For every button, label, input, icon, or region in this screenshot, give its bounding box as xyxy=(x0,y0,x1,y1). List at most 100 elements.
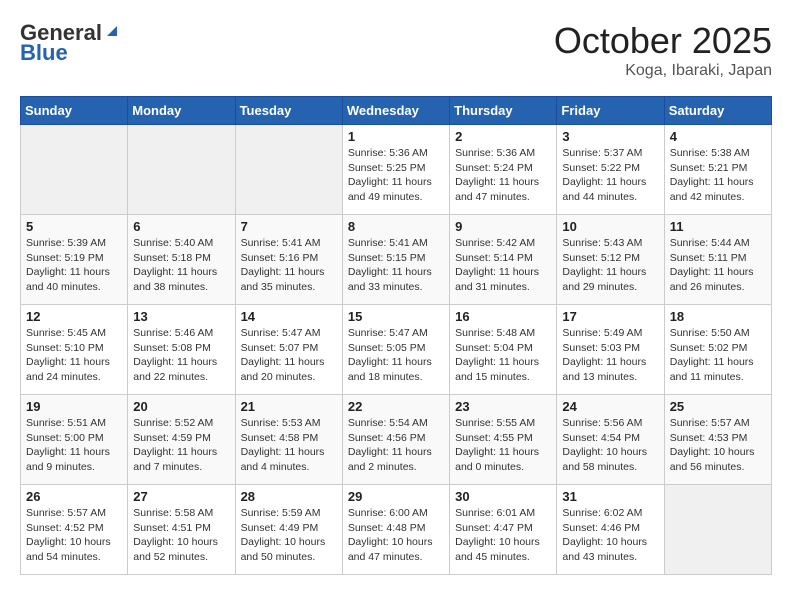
day-info: Sunrise: 6:00 AMSunset: 4:48 PMDaylight:… xyxy=(348,506,444,565)
calendar-cell: 4Sunrise: 5:38 AMSunset: 5:21 PMDaylight… xyxy=(664,125,771,215)
day-info: Sunrise: 5:50 AMSunset: 5:02 PMDaylight:… xyxy=(670,326,766,385)
header-friday: Friday xyxy=(557,97,664,125)
calendar-cell: 22 Sunrise: 5:54 AMSunset: 4:56 PMDayligh… xyxy=(342,395,449,485)
calendar-week-1: 1 Sunrise: 5:36 AMSunset: 5:25 PMDaylight… xyxy=(21,125,772,215)
day-info: Sunrise: 5:43 AMSunset: 5:12 PMDaylight:… xyxy=(562,236,658,295)
day-info: Sunrise: 5:41 AMSunset: 5:15 PMDaylight:… xyxy=(348,236,444,295)
header-tuesday: Tuesday xyxy=(235,97,342,125)
day-info: Sunrise: 5:58 AMSunset: 4:51 PMDaylight:… xyxy=(133,506,229,565)
calendar-cell: 18 Sunrise: 5:50 AMSunset: 5:02 PMDayligh… xyxy=(664,305,771,395)
calendar-cell: 23 Sunrise: 5:55 AMSunset: 4:55 PMDayligh… xyxy=(450,395,557,485)
header-wednesday: Wednesday xyxy=(342,97,449,125)
day-info: Sunrise: 5:39 AMSunset: 5:19 PMDaylight:… xyxy=(26,236,122,295)
calendar-week-5: 26 Sunrise: 5:57 AMSunset: 4:52 PMDayligh… xyxy=(21,485,772,575)
calendar-cell xyxy=(128,125,235,215)
day-number: 30 xyxy=(455,489,551,504)
day-number: 15 xyxy=(348,309,444,324)
calendar-cell: 30 Sunrise: 6:01 AMSunset: 4:47 PMDayligh… xyxy=(450,485,557,575)
calendar-week-3: 12 Sunrise: 5:45 AMSunset: 5:10 PMDayligh… xyxy=(21,305,772,395)
calendar-cell: 14 Sunrise: 5:47 AMSunset: 5:07 PMDayligh… xyxy=(235,305,342,395)
calendar-cell: 24 Sunrise: 5:56 AMSunset: 4:54 PMDayligh… xyxy=(557,395,664,485)
calendar-cell: 26 Sunrise: 5:57 AMSunset: 4:52 PMDayligh… xyxy=(21,485,128,575)
calendar-cell: 25Sunrise: 5:57 AMSunset: 4:53 PMDayligh… xyxy=(664,395,771,485)
day-info: Sunrise: 5:57 AMSunset: 4:53 PMDaylight:… xyxy=(670,416,766,475)
calendar-cell: 15 Sunrise: 5:47 AMSunset: 5:05 PMDayligh… xyxy=(342,305,449,395)
calendar-cell: 17Sunrise: 5:49 AMSunset: 5:03 PMDayligh… xyxy=(557,305,664,395)
calendar-cell: 6Sunrise: 5:40 AMSunset: 5:18 PMDaylight… xyxy=(128,215,235,305)
day-number: 28 xyxy=(241,489,337,504)
day-number: 26 xyxy=(26,489,122,504)
day-number: 6 xyxy=(133,219,229,234)
day-number: 27 xyxy=(133,489,229,504)
day-info: Sunrise: 5:45 AMSunset: 5:10 PMDaylight:… xyxy=(26,326,122,385)
calendar-cell xyxy=(664,485,771,575)
day-number: 9 xyxy=(455,219,551,234)
day-number: 19 xyxy=(26,399,122,414)
calendar-table: Sunday Monday Tuesday Wednesday Thursday… xyxy=(20,96,772,575)
day-number: 31 xyxy=(562,489,658,504)
calendar-week-2: 5 Sunrise: 5:39 AMSunset: 5:19 PMDaylight… xyxy=(21,215,772,305)
day-info: Sunrise: 5:37 AMSunset: 5:22 PMDaylight:… xyxy=(562,146,658,205)
calendar-cell: 12 Sunrise: 5:45 AMSunset: 5:10 PMDayligh… xyxy=(21,305,128,395)
day-info: Sunrise: 5:57 AMSunset: 4:52 PMDaylight:… xyxy=(26,506,122,565)
day-number: 22 xyxy=(348,399,444,414)
calendar-cell: 28Sunrise: 5:59 AMSunset: 4:49 PMDayligh… xyxy=(235,485,342,575)
day-number: 3 xyxy=(562,129,658,144)
day-number: 13 xyxy=(133,309,229,324)
logo: General Blue xyxy=(20,20,121,66)
day-number: 10 xyxy=(562,219,658,234)
calendar-cell: 8 Sunrise: 5:41 AMSunset: 5:15 PMDaylight… xyxy=(342,215,449,305)
calendar-header-row: Sunday Monday Tuesday Wednesday Thursday… xyxy=(21,97,772,125)
calendar-cell xyxy=(21,125,128,215)
calendar-cell: 29 Sunrise: 6:00 AMSunset: 4:48 PMDayligh… xyxy=(342,485,449,575)
day-info: Sunrise: 5:46 AMSunset: 5:08 PMDaylight:… xyxy=(133,326,229,385)
day-info: Sunrise: 5:36 AMSunset: 5:25 PMDaylight:… xyxy=(348,146,444,205)
day-info: Sunrise: 5:38 AMSunset: 5:21 PMDaylight:… xyxy=(670,146,766,205)
header-thursday: Thursday xyxy=(450,97,557,125)
header-monday: Monday xyxy=(128,97,235,125)
calendar-cell: 27 Sunrise: 5:58 AMSunset: 4:51 PMDayligh… xyxy=(128,485,235,575)
day-number: 29 xyxy=(348,489,444,504)
month-title: October 2025 xyxy=(554,20,772,62)
day-number: 2 xyxy=(455,129,551,144)
header-saturday: Saturday xyxy=(664,97,771,125)
day-info: Sunrise: 5:53 AMSunset: 4:58 PMDaylight:… xyxy=(241,416,337,475)
calendar-cell xyxy=(235,125,342,215)
calendar-cell: 21Sunrise: 5:53 AMSunset: 4:58 PMDayligh… xyxy=(235,395,342,485)
day-number: 14 xyxy=(241,309,337,324)
day-info: Sunrise: 5:56 AMSunset: 4:54 PMDaylight:… xyxy=(562,416,658,475)
day-info: Sunrise: 5:47 AMSunset: 5:07 PMDaylight:… xyxy=(241,326,337,385)
calendar-cell: 7Sunrise: 5:41 AMSunset: 5:16 PMDaylight… xyxy=(235,215,342,305)
day-info: Sunrise: 5:52 AMSunset: 4:59 PMDaylight:… xyxy=(133,416,229,475)
logo-arrow-icon xyxy=(103,22,121,40)
day-number: 11 xyxy=(670,219,766,234)
day-number: 16 xyxy=(455,309,551,324)
day-number: 24 xyxy=(562,399,658,414)
day-number: 18 xyxy=(670,309,766,324)
calendar-cell: 9Sunrise: 5:42 AMSunset: 5:14 PMDaylight… xyxy=(450,215,557,305)
day-number: 5 xyxy=(26,219,122,234)
calendar-cell: 5 Sunrise: 5:39 AMSunset: 5:19 PMDaylight… xyxy=(21,215,128,305)
calendar-cell: 2 Sunrise: 5:36 AMSunset: 5:24 PMDaylight… xyxy=(450,125,557,215)
calendar-cell: 3 Sunrise: 5:37 AMSunset: 5:22 PMDaylight… xyxy=(557,125,664,215)
day-info: Sunrise: 5:54 AMSunset: 4:56 PMDaylight:… xyxy=(348,416,444,475)
day-info: Sunrise: 5:49 AMSunset: 5:03 PMDaylight:… xyxy=(562,326,658,385)
header-sunday: Sunday xyxy=(21,97,128,125)
day-number: 1 xyxy=(348,129,444,144)
calendar-cell: 11 Sunrise: 5:44 AMSunset: 5:11 PMDayligh… xyxy=(664,215,771,305)
day-number: 12 xyxy=(26,309,122,324)
calendar-cell: 19Sunrise: 5:51 AMSunset: 5:00 PMDayligh… xyxy=(21,395,128,485)
calendar-cell: 20 Sunrise: 5:52 AMSunset: 4:59 PMDayligh… xyxy=(128,395,235,485)
day-number: 8 xyxy=(348,219,444,234)
day-info: Sunrise: 5:36 AMSunset: 5:24 PMDaylight:… xyxy=(455,146,551,205)
day-info: Sunrise: 5:48 AMSunset: 5:04 PMDaylight:… xyxy=(455,326,551,385)
day-info: Sunrise: 5:47 AMSunset: 5:05 PMDaylight:… xyxy=(348,326,444,385)
day-info: Sunrise: 5:55 AMSunset: 4:55 PMDaylight:… xyxy=(455,416,551,475)
title-block: October 2025 Koga, Ibaraki, Japan xyxy=(554,20,772,80)
day-number: 7 xyxy=(241,219,337,234)
day-info: Sunrise: 5:44 AMSunset: 5:11 PMDaylight:… xyxy=(670,236,766,295)
day-number: 20 xyxy=(133,399,229,414)
day-info: Sunrise: 6:01 AMSunset: 4:47 PMDaylight:… xyxy=(455,506,551,565)
calendar-cell: 31Sunrise: 6:02 AMSunset: 4:46 PMDayligh… xyxy=(557,485,664,575)
day-number: 23 xyxy=(455,399,551,414)
